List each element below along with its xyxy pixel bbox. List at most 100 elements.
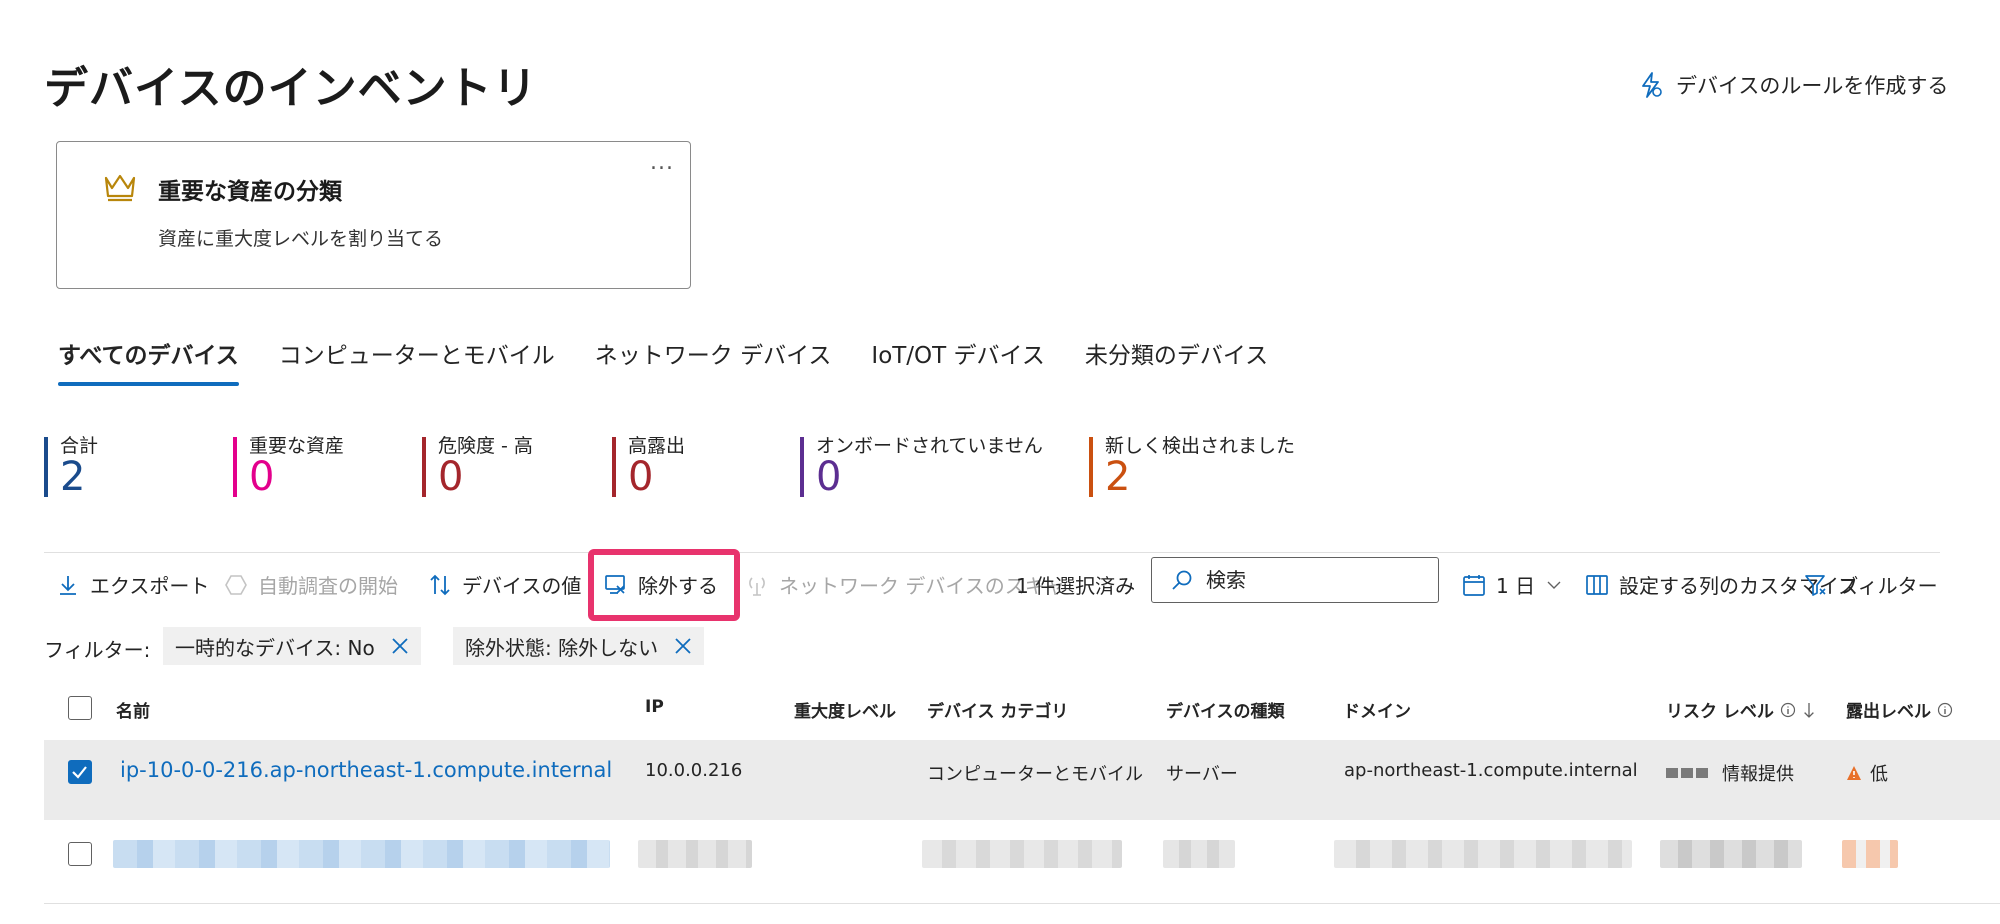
stat-newly-discovered[interactable]: 新しく検出されました 2 [1089, 435, 1295, 497]
tab-computers-mobile[interactable]: コンピューターとモバイル [279, 336, 555, 386]
column-header-label: リスク レベル [1666, 702, 1774, 722]
column-header-label: デバイス カテゴリ [927, 702, 1069, 722]
stat-bar [233, 437, 237, 497]
close-icon[interactable] [391, 637, 409, 655]
tab-all-devices[interactable]: すべてのデバイス [58, 336, 239, 386]
stat-high-exposure[interactable]: 高露出 0 [612, 435, 685, 497]
column-header-criticality[interactable]: 重大度レベル [794, 697, 896, 722]
columns-icon [1586, 574, 1608, 595]
hexagon-icon [225, 574, 247, 595]
search-box[interactable] [1151, 557, 1439, 603]
stat-value: 0 [438, 454, 464, 500]
exclude-highlight-box [588, 549, 740, 621]
column-header-label: 名前 [116, 702, 150, 722]
device-name-link[interactable]: ip-10-0-0-216.ap-northeast-1.compute.int… [120, 758, 612, 782]
redacted-exposure [1842, 840, 1898, 868]
device-ip: 10.0.0.216 [645, 760, 743, 781]
filter-chip-exclusion[interactable]: 除外状態: 除外しない [453, 627, 705, 665]
device-value-button[interactable]: デバイスの値 [428, 570, 581, 599]
card-title: 重要な資産の分類 [158, 179, 342, 205]
filter-chip-text: 一時的なデバイス: No [175, 635, 375, 660]
device-value-label: デバイスの値 [462, 574, 582, 598]
period-dropdown[interactable]: 1 日 [1462, 570, 1563, 599]
calendar-icon [1463, 574, 1485, 596]
page-title: デバイスのインベントリ [44, 63, 538, 114]
device-tabs: すべてのデバイス コンピューターとモバイル ネットワーク デバイス IoT/OT… [58, 336, 1308, 386]
redacted-type [1163, 840, 1235, 868]
column-header-ip[interactable]: IP [645, 697, 664, 717]
column-header-exposure[interactable]: 露出レベル [1846, 697, 1953, 722]
filter-button[interactable]: フィルター [1804, 570, 1938, 599]
tab-network-devices[interactable]: ネットワーク デバイス [595, 336, 832, 386]
stat-value: 0 [816, 454, 842, 500]
exposure-level-text: 低 [1870, 764, 1888, 785]
column-header-label: ドメイン [1343, 702, 1411, 722]
row-checkbox[interactable] [68, 760, 92, 784]
column-header-name[interactable]: 名前 [116, 697, 150, 722]
create-device-rule-button[interactable]: デバイスのルールを作成する [1638, 70, 1948, 100]
redacted-ip [638, 840, 752, 868]
row-divider [44, 903, 2000, 904]
close-icon[interactable] [674, 637, 692, 655]
lightning-settings-icon [1642, 72, 1662, 98]
chevron-down-icon [1547, 581, 1561, 589]
stat-bar [44, 437, 48, 497]
stat-value: 0 [249, 454, 275, 500]
sort-down-icon[interactable] [1802, 701, 1816, 719]
selected-count-text: 1 件選択済み [1016, 570, 1135, 599]
critical-asset-card[interactable]: ... 重要な資産の分類 資産に重大度レベルを割り当てる [56, 141, 691, 289]
antenna-icon [749, 576, 765, 596]
stat-bar [800, 437, 804, 497]
redacted-domain [1334, 840, 1632, 868]
redacted-category [922, 840, 1122, 868]
column-header-label: 重大度レベル [794, 702, 896, 722]
tab-uncategorized-devices[interactable]: 未分類のデバイス [1085, 336, 1268, 386]
stat-high-risk[interactable]: 危険度 - 高 0 [422, 435, 533, 497]
stat-bar [422, 437, 426, 497]
stat-total[interactable]: 合計 2 [44, 435, 98, 497]
device-risk: 情報提供 [1666, 760, 1794, 786]
column-header-category[interactable]: デバイス カテゴリ [927, 697, 1068, 722]
card-description: 資産に重大度レベルを割り当てる [158, 228, 444, 250]
info-icon[interactable] [1937, 702, 1953, 718]
selected-count-label: 1 件選択済み [1016, 574, 1136, 598]
stat-bar [612, 437, 616, 497]
filter-icon [1805, 574, 1826, 596]
period-label: 1 日 [1496, 574, 1536, 598]
redacted-device-name [113, 840, 610, 868]
risk-level-bars-icon [1666, 768, 1708, 778]
more-options-icon[interactable]: ... [650, 150, 674, 175]
filters-label: フィルター: [44, 638, 151, 662]
checkmark-icon [72, 766, 87, 779]
column-header-label: IP [645, 697, 664, 717]
crown-icon [104, 174, 136, 202]
column-header-type[interactable]: デバイスの種類 [1166, 697, 1285, 722]
create-rule-label: デバイスのルールを作成する [1676, 74, 1949, 98]
export-button[interactable]: エクスポート [56, 570, 209, 599]
stat-not-onboarded[interactable]: オンボードされていません 0 [800, 435, 1043, 497]
download-icon [60, 575, 76, 595]
device-type: サーバー [1166, 764, 1238, 785]
search-input[interactable] [1206, 568, 1426, 592]
column-header-risk[interactable]: リスク レベル [1666, 697, 1816, 722]
row-checkbox[interactable] [68, 842, 92, 866]
stat-value: 2 [1105, 454, 1131, 500]
stat-value: 0 [628, 454, 654, 500]
redacted-risk [1660, 840, 1802, 868]
device-exposure: 低 [1846, 760, 1888, 786]
export-label: エクスポート [90, 574, 210, 598]
stat-label: 新しく検出されました [1105, 435, 1296, 457]
toolbar-divider [44, 552, 1940, 553]
select-all-checkbox[interactable] [68, 696, 92, 720]
auto-investigate-button[interactable]: 自動調査の開始 [224, 570, 398, 599]
auto-investigate-label: 自動調査の開始 [258, 574, 398, 598]
filter-chip-transient[interactable]: 一時的なデバイス: No [163, 627, 421, 665]
risk-level-text: 情報提供 [1722, 764, 1794, 785]
sort-arrows-icon [430, 574, 450, 595]
stat-critical-assets[interactable]: 重要な資産 0 [233, 435, 344, 497]
info-icon[interactable] [1780, 702, 1796, 718]
tab-iot-ot-devices[interactable]: IoT/OT デバイス [871, 336, 1044, 386]
stat-bar [1089, 437, 1093, 497]
column-header-domain[interactable]: ドメイン [1343, 697, 1411, 722]
warning-icon [1847, 766, 1861, 780]
